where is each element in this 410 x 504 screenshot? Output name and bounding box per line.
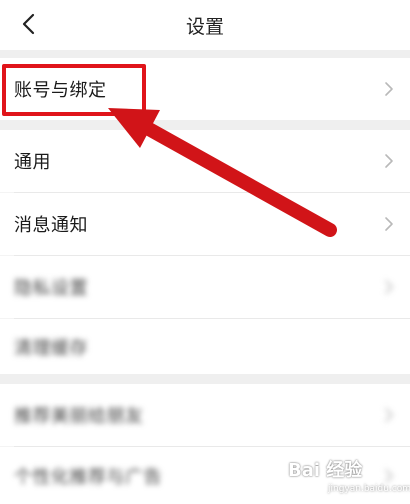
section-separator — [0, 50, 410, 58]
menu-item-account-binding[interactable]: 账号与绑定 — [0, 58, 410, 120]
menu-item-clear-cache[interactable]: 清理缓存 — [0, 319, 410, 374]
chevron-right-icon — [385, 280, 393, 294]
menu-item-label: 个性化推荐与广告 — [14, 466, 162, 488]
menu-item-label: 消息通知 — [14, 215, 88, 236]
chevron-right-icon — [385, 82, 393, 96]
chevron-right-icon — [385, 468, 393, 483]
menu-item-label: 推荐美丽给朋友 — [14, 406, 144, 427]
menu-item-label: 隐私设置 — [14, 278, 88, 299]
section-separator — [0, 120, 410, 130]
menu-item-label: 账号与绑定 — [14, 80, 107, 101]
back-button[interactable] — [14, 9, 42, 39]
menu-item-privacy[interactable]: 隐私设置 — [0, 256, 410, 318]
menu-item-recommend-friends[interactable]: 推荐美丽给朋友 — [0, 384, 410, 446]
chevron-right-icon — [385, 154, 393, 168]
chevron-right-icon — [385, 408, 393, 422]
top-bar: 设置 — [0, 0, 410, 50]
menu-item-notifications[interactable]: 消息通知 — [0, 193, 410, 255]
menu-item-label: 清理缓存 — [14, 337, 88, 359]
page-title: 设置 — [185, 15, 224, 38]
menu-item-label: 通用 — [14, 152, 51, 173]
chevron-right-icon — [385, 217, 393, 231]
menu-item-personalized-ads[interactable]: 个性化推荐与广告 — [0, 447, 410, 504]
section-separator — [0, 374, 410, 384]
menu-item-general[interactable]: 通用 — [0, 130, 410, 192]
chevron-left-icon — [22, 13, 35, 35]
